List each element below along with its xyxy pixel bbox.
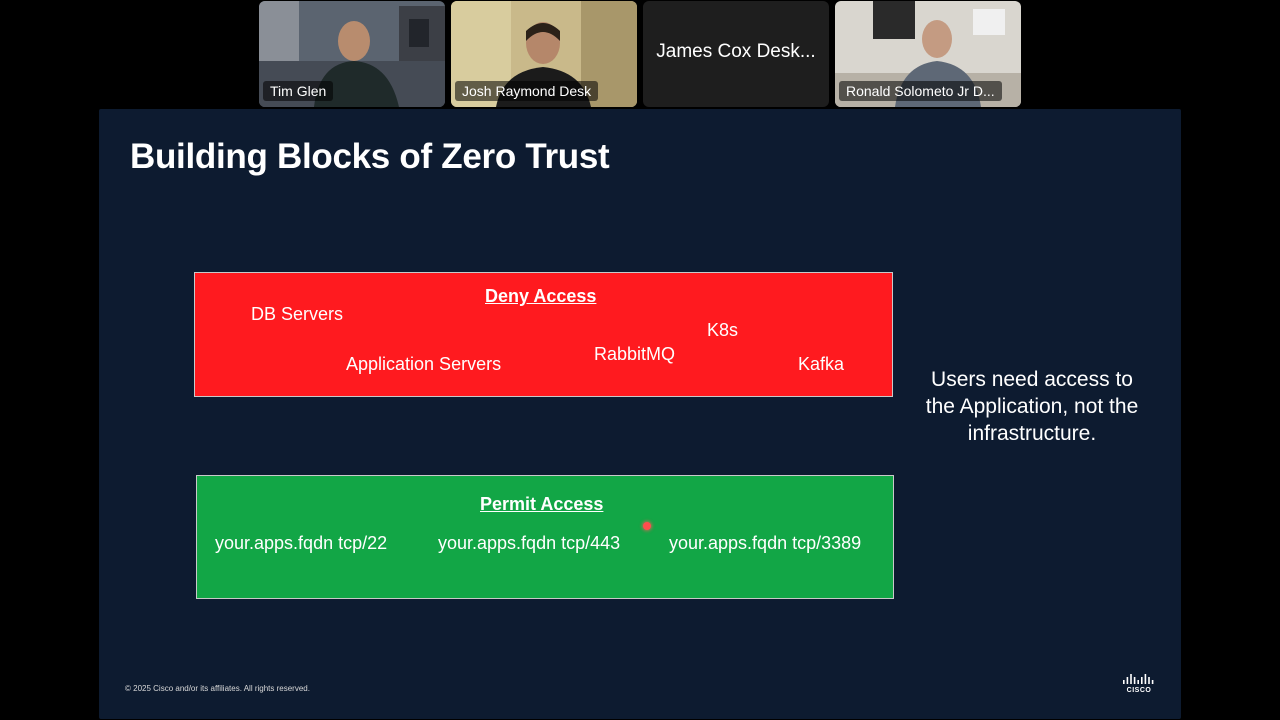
deny-access-heading: Deny Access [485,286,597,306]
participant-tile-tim-glen[interactable]: Tim Glen [259,1,445,107]
deny-item-kafka: Kafka [798,354,845,374]
deny-item-db-servers: DB Servers [251,304,344,324]
cisco-logo: CISCO [1121,674,1157,698]
participant-tile-james-cox[interactable]: James Cox Desk... [643,1,829,107]
slide-title: Building Blocks of Zero Trust [130,137,610,176]
copyright-footer: © 2025 Cisco and/or its affiliates. All … [125,684,310,693]
shared-slide: Building Blocks of Zero Trust Deny Acces… [99,109,1181,719]
deny-access-box: Deny Access DB Servers Application Serve… [194,272,893,397]
deny-item-rabbitmq: RabbitMQ [594,344,676,364]
participant-name: James Cox Desk... [656,41,816,62]
deny-item-k8s: K8s [707,320,739,340]
meeting-window: Tim Glen Josh Raymond Desk James Cox Des… [0,0,1280,720]
participant-tile-josh-raymond[interactable]: Josh Raymond Desk [451,1,637,107]
side-note: Users need access to the Application, no… [925,368,1139,445]
permit-access-heading: Permit Access [480,494,604,514]
participant-tile-ronald-solometo[interactable]: Ronald Solometo Jr D... [835,1,1021,107]
participant-name: Ronald Solometo Jr D... [839,81,1002,101]
participant-name: Tim Glen [263,81,334,101]
deny-item-application-servers: Application Servers [346,354,502,374]
cisco-bars-icon [1123,674,1154,684]
cisco-wordmark: CISCO [1126,687,1152,694]
permit-item-tcp-3389: your.apps.fqdn tcp/3389 [669,533,862,553]
participant-name: Josh Raymond Desk [455,81,599,101]
laser-pointer-icon [643,522,651,530]
permit-item-tcp-443: your.apps.fqdn tcp/443 [438,533,621,553]
permit-item-tcp-22: your.apps.fqdn tcp/22 [215,533,388,553]
permit-access-box: Permit Access your.apps.fqdn tcp/22 your… [196,475,894,599]
